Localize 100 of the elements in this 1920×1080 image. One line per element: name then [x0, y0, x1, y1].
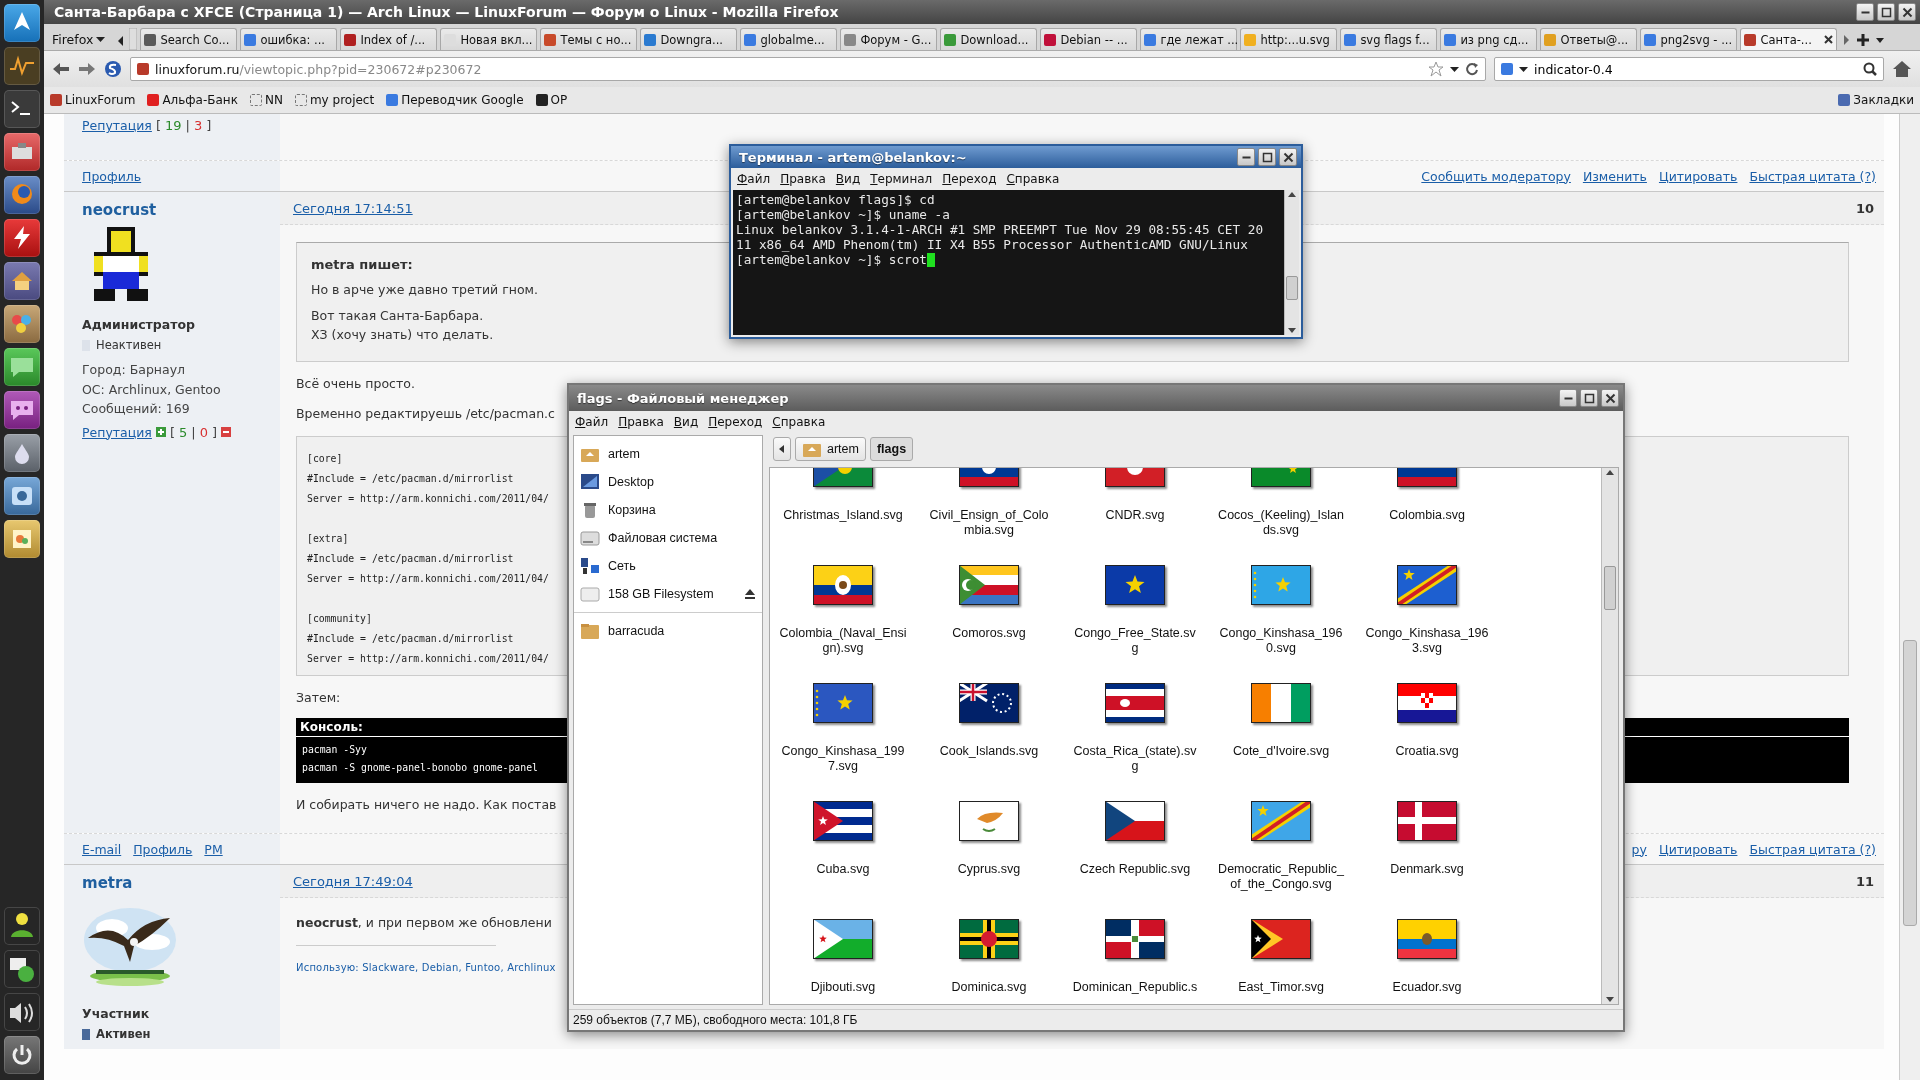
file-name[interactable]: Comoros.svg: [925, 626, 1053, 641]
browser-tab[interactable]: Темы с но...: [540, 28, 638, 50]
flag-icon[interactable]: [1105, 919, 1165, 959]
flag-icon[interactable]: [1251, 801, 1311, 841]
close-button[interactable]: [1279, 148, 1297, 166]
flag-icon[interactable]: [1397, 801, 1457, 841]
flag-icon[interactable]: [959, 565, 1019, 605]
file-name[interactable]: Costa_Rica_(state).svg: [1071, 744, 1199, 774]
bookmark-link[interactable]: Альфа-Банк: [147, 93, 238, 107]
file-name[interactable]: Colombia_(Naval_Ensign).svg: [779, 626, 907, 656]
flag-icon[interactable]: [813, 801, 873, 841]
menu-item[interactable]: Правка: [780, 172, 826, 186]
minus-icon[interactable]: [221, 427, 231, 437]
author-name[interactable]: metra: [82, 865, 133, 896]
file-name[interactable]: Democratic_Republic_of_the_Congo.svg: [1217, 862, 1345, 892]
file-name[interactable]: Cote_d'Ivoire.svg: [1217, 744, 1345, 759]
flag-icon[interactable]: [1251, 565, 1311, 605]
scroll-up-arrow[interactable]: [1287, 190, 1297, 200]
image-icon[interactable]: [4, 520, 40, 558]
file-name[interactable]: Dominica.svg: [925, 980, 1053, 995]
scroll-down-arrow[interactable]: [1605, 994, 1615, 1004]
bookmark-link[interactable]: OP: [535, 93, 568, 107]
home-icon[interactable]: [1892, 60, 1912, 78]
flag-icon[interactable]: [1105, 683, 1165, 723]
file-name[interactable]: Congo_Kinshasa_1963.svg: [1363, 626, 1491, 656]
flag-icon[interactable]: [1105, 565, 1165, 605]
browser-tab[interactable]: globalme...: [740, 28, 838, 50]
file-name[interactable]: Djibouti.svg: [779, 980, 907, 995]
browser-tab[interactable]: ошибка: ...: [240, 28, 338, 50]
firefox-menu-button[interactable]: Firefox: [48, 28, 110, 50]
author-name[interactable]: neocrust: [82, 192, 157, 223]
file-name[interactable]: Cook_Islands.svg: [925, 744, 1053, 759]
file-name[interactable]: CNDR.svg: [1071, 508, 1199, 523]
file-name[interactable]: Cocos_(Keeling)_Islands.svg: [1217, 508, 1345, 538]
post-date-link[interactable]: Сегодня 17:14:51: [293, 200, 413, 216]
action-link[interactable]: Цитировать: [1658, 841, 1738, 857]
maximize-button[interactable]: [1580, 389, 1598, 407]
scrollbar-thumb[interactable]: [1286, 275, 1298, 300]
browser-tab[interactable]: Search Co...: [140, 28, 238, 50]
flag-icon[interactable]: [1251, 683, 1311, 723]
post-date-link[interactable]: Сегодня 17:49:04: [293, 873, 413, 889]
place-item[interactable]: artem: [574, 440, 762, 468]
back-icon[interactable]: [52, 61, 70, 77]
maximize-button[interactable]: [1877, 3, 1895, 21]
menu-item[interactable]: Файл: [737, 172, 771, 186]
swirl-icon[interactable]: [104, 60, 122, 78]
browser-tab[interactable]: Санта-...: [1740, 28, 1838, 50]
chat-bubble-icon[interactable]: [4, 348, 40, 386]
file-name[interactable]: Congo_Free_State.svg: [1071, 626, 1199, 656]
power-icon[interactable]: [4, 1036, 40, 1074]
bookmark-link[interactable]: Переводчик Google: [386, 93, 524, 107]
file-name[interactable]: East_Timor.svg: [1217, 980, 1345, 995]
browser-tab[interactable]: Debian -- ...: [1040, 28, 1138, 50]
flag-icon[interactable]: [1397, 565, 1457, 605]
window-icon[interactable]: [4, 477, 40, 515]
action-link[interactable]: Быстрая цитата (?): [1749, 168, 1876, 184]
menu-item[interactable]: Переход: [708, 415, 763, 429]
browser-tab[interactable]: Новая вкл...: [440, 28, 538, 50]
file-name[interactable]: Christmas_Island.svg: [779, 508, 907, 523]
action-link[interactable]: Цитировать: [1658, 168, 1738, 184]
menu-item[interactable]: Файл: [575, 415, 609, 429]
browser-tab[interactable]: Downgra...: [640, 28, 738, 50]
caret-icon[interactable]: [1519, 64, 1528, 74]
file-name[interactable]: Croatia.svg: [1363, 744, 1491, 759]
place-item[interactable]: barracuda: [574, 617, 762, 645]
scroll-down-arrow[interactable]: [1287, 325, 1297, 335]
browser-tab[interactable]: Download...: [940, 28, 1038, 50]
browser-tab[interactable]: где лежат ...: [1140, 28, 1238, 50]
menu-item[interactable]: Вид: [835, 172, 861, 186]
scrollbar-thumb[interactable]: [1604, 566, 1616, 610]
flag-icon[interactable]: [813, 919, 873, 959]
flag-icon[interactable]: [1397, 683, 1457, 723]
file-name[interactable]: Cuba.svg: [779, 862, 907, 877]
menu-item[interactable]: Справка: [772, 415, 826, 429]
place-item[interactable]: Корзина: [574, 496, 762, 524]
chart-icon[interactable]: [4, 47, 40, 85]
footer-link[interactable]: PM: [204, 841, 223, 857]
action-link[interactable]: Сообщить модератору: [1421, 168, 1571, 184]
browser-tab[interactable]: Index of /...: [340, 28, 438, 50]
caret-icon[interactable]: [1450, 64, 1459, 74]
flag-icon[interactable]: [959, 683, 1019, 723]
flag-icon[interactable]: [959, 919, 1019, 959]
action-link[interactable]: Быстрая цитата (?): [1749, 841, 1876, 857]
page-scrollbar[interactable]: [1899, 114, 1920, 1080]
search-field[interactable]: indicator-0.4: [1494, 57, 1884, 81]
reputation-link[interactable]: Репутация: [82, 424, 152, 440]
path-button[interactable]: flags: [869, 437, 914, 461]
minimize-button[interactable]: [1237, 148, 1255, 166]
browser-tab[interactable]: http:...u.svg: [1240, 28, 1338, 50]
menu-item[interactable]: Переход: [942, 172, 997, 186]
action-link[interactable]: ру: [1631, 841, 1647, 857]
bookmark-link[interactable]: NN: [249, 93, 283, 107]
toolbox-icon[interactable]: [4, 133, 40, 171]
terminal-icon[interactable]: [4, 90, 40, 128]
browser-tab[interactable]: Форум - G...: [840, 28, 938, 50]
reputation-link[interactable]: Репутация: [82, 118, 152, 133]
minimize-button[interactable]: [1559, 389, 1577, 407]
path-back-button[interactable]: [773, 437, 791, 461]
file-name[interactable]: Congo_Kinshasa_1960.svg: [1217, 626, 1345, 656]
menu-item[interactable]: Правка: [618, 415, 664, 429]
